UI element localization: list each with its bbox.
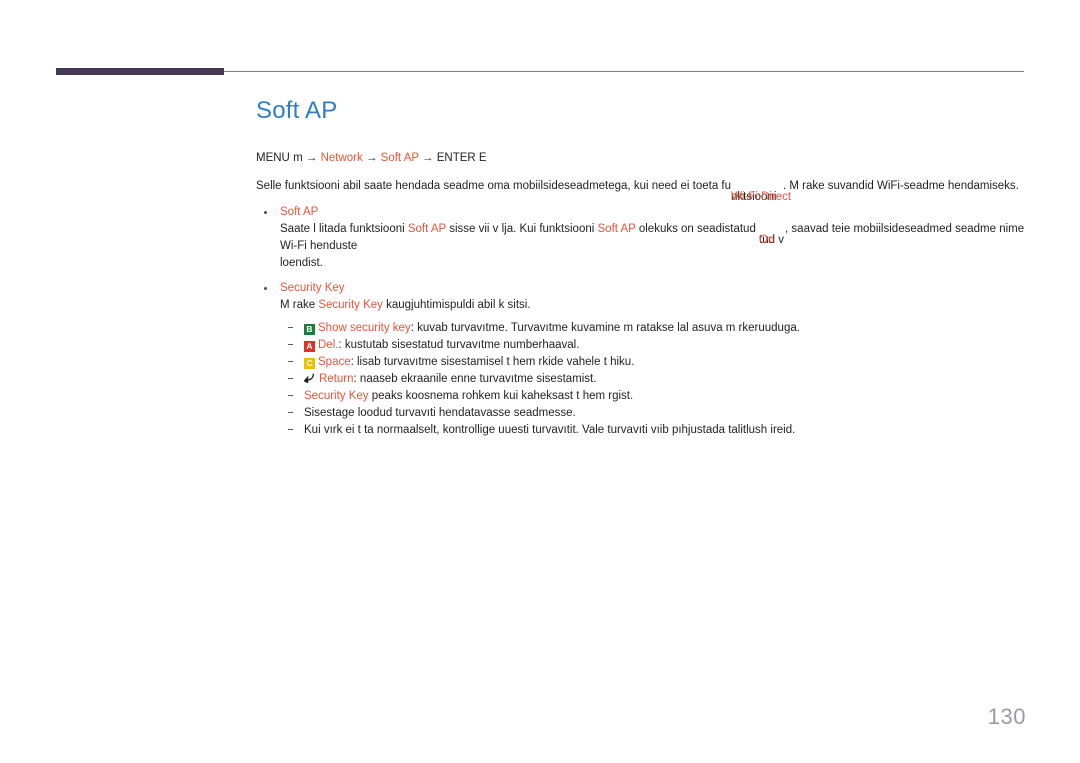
sub-item-text-security-key: peaks koosnema rohkem kui kaheksast t he… [368, 390, 634, 402]
menu-path-item-soft-ap: Soft AP [380, 152, 419, 164]
sub-item-enter-key-into-device: Sisestage loodud turvavıti hendatavasse … [280, 405, 1036, 421]
sub-item-label-show-security-key: Show security key [318, 322, 411, 334]
sub-item-text-show-security-key: : kuvab turvavıtme. Turvavıtme kuvamine … [410, 322, 800, 334]
body-text-1: Saate l litada funktsiooni [280, 223, 408, 235]
page-number: 130 [987, 704, 1026, 729]
key-c-badge-icon: C [304, 358, 315, 369]
intro-text-2: . M rake suvandid WiFi-seadme hendamisek… [783, 180, 1019, 192]
sub-item-return: Return: naaseb ekraanile enne turvavıtme… [280, 371, 1036, 387]
sub-item-del: A Del.: kustutab sisestatud turvavıtme nu… [280, 337, 1036, 353]
sub-item-text-del: : kustutab sisestatud turvavıtme numberh… [338, 339, 580, 351]
bullet-soft-ap: Soft AP Saate l litada funktsiooni Soft … [256, 204, 1036, 272]
sub-item-text-enter-key: Sisestage loodud turvavıti hendatavasse … [304, 407, 576, 419]
header-thick-bar [56, 68, 224, 75]
body-accent-soft-ap-1: Soft AP [407, 223, 447, 235]
bullet-security-key-heading: Security Key [256, 280, 1036, 297]
section-rule [0, 68, 1080, 76]
return-arrow-icon [303, 372, 316, 384]
sk-text-1: M rake [280, 299, 319, 311]
sk-accent-security-key: Security Key [318, 299, 383, 311]
bullet-security-key: Security Key M rake Security Key kaugjuh… [256, 280, 1036, 438]
bullet-soft-ap-heading: Soft AP [256, 204, 1036, 221]
dash-marker-icon [288, 361, 293, 362]
sub-item-network-troubleshooting: Kui vırk ei t ta normaalselt, kontrollig… [280, 422, 1036, 438]
dash-marker-icon [288, 344, 293, 345]
document-page: Soft AP MENU m → Network → Soft AP → ENT… [0, 0, 1080, 763]
sub-item-security-key-length: Security Key peaks koosnema rohkem kui k… [280, 388, 1036, 404]
sub-item-space: C Space: lisab turvavıtme sisestamisel t … [280, 354, 1036, 370]
bullet-soft-ap-body: Saate l litada funktsiooni Soft AP sisse… [256, 221, 1036, 272]
body-text-3: olekuks on seadistatud [635, 223, 760, 235]
menu-path-arrow-1: → [305, 152, 318, 164]
dash-marker-icon [288, 395, 293, 396]
sub-item-text-troubleshooting: Kui vırk ei t ta normaalselt, kontrollig… [304, 424, 796, 436]
dash-marker-icon [288, 412, 293, 413]
intro-text-1: Selle funktsiooni abil saate hendada sea… [256, 180, 732, 192]
sub-item-label-return: Return [319, 373, 354, 385]
menu-path-arrow-2: → [365, 152, 378, 164]
sub-item-label-del: Del. [318, 339, 339, 351]
body-overlap-over: On [759, 234, 775, 246]
enter-key-glyph: E [478, 152, 487, 164]
body-text-2: sisse vii v lja. Kui funktsiooni [446, 223, 598, 235]
bullet-dot-icon [264, 287, 267, 290]
sub-item-text-space: : lisab turvavıtme sisestamisel t hem rk… [350, 356, 635, 368]
intro-paragraph: Selle funktsiooni abil saate hendada sea… [256, 178, 1036, 203]
key-a-badge-icon: A [304, 341, 315, 352]
menu-key-glyph: m [293, 152, 303, 164]
dash-marker-icon [288, 378, 293, 379]
bullet-dot-icon [264, 211, 267, 214]
sub-item-text-return: : naaseb ekraanile enne turvavıtme sises… [353, 373, 597, 385]
body-text-line2: loendist. [280, 257, 323, 269]
intro-overlap-over: Wi-Fi Direct [731, 191, 792, 203]
menu-path: MENU m → Network → Soft AP → ENTER E [256, 150, 1036, 166]
bullet-soft-ap-label: Soft AP [280, 206, 319, 218]
bullet-security-key-label: Security Key [280, 282, 345, 294]
page-title: Soft AP [256, 97, 338, 124]
menu-path-item-network: Network [320, 152, 363, 164]
sub-item-label-space: Space [318, 356, 351, 368]
menu-path-prefix: MENU [256, 152, 290, 164]
menu-path-arrow-3: → [422, 152, 434, 164]
dash-marker-icon [288, 429, 293, 430]
bullet-security-key-body: M rake Security Key kaugjuhtimispuldi ab… [256, 297, 1036, 314]
sub-bullet-list: B Show security key: kuvab turvavıtme. Tu… [256, 320, 1036, 438]
sub-item-label-security-key: Security Key [304, 390, 369, 402]
dash-marker-icon [288, 327, 293, 328]
key-b-badge-icon: B [304, 324, 315, 335]
menu-path-suffix: ENTER [436, 152, 476, 164]
sk-text-2: kaugjuhtimispuldi abil k sitsi. [382, 299, 531, 311]
primary-bullet-list: Soft AP Saate l litada funktsiooni Soft … [256, 204, 1036, 438]
body-accent-soft-ap-2: Soft AP [597, 223, 636, 235]
page-content: Soft AP MENU m → Network → Soft AP → ENT… [256, 96, 1036, 446]
sub-item-show-security-key: B Show security key: kuvab turvavıtme. Tu… [280, 320, 1036, 336]
